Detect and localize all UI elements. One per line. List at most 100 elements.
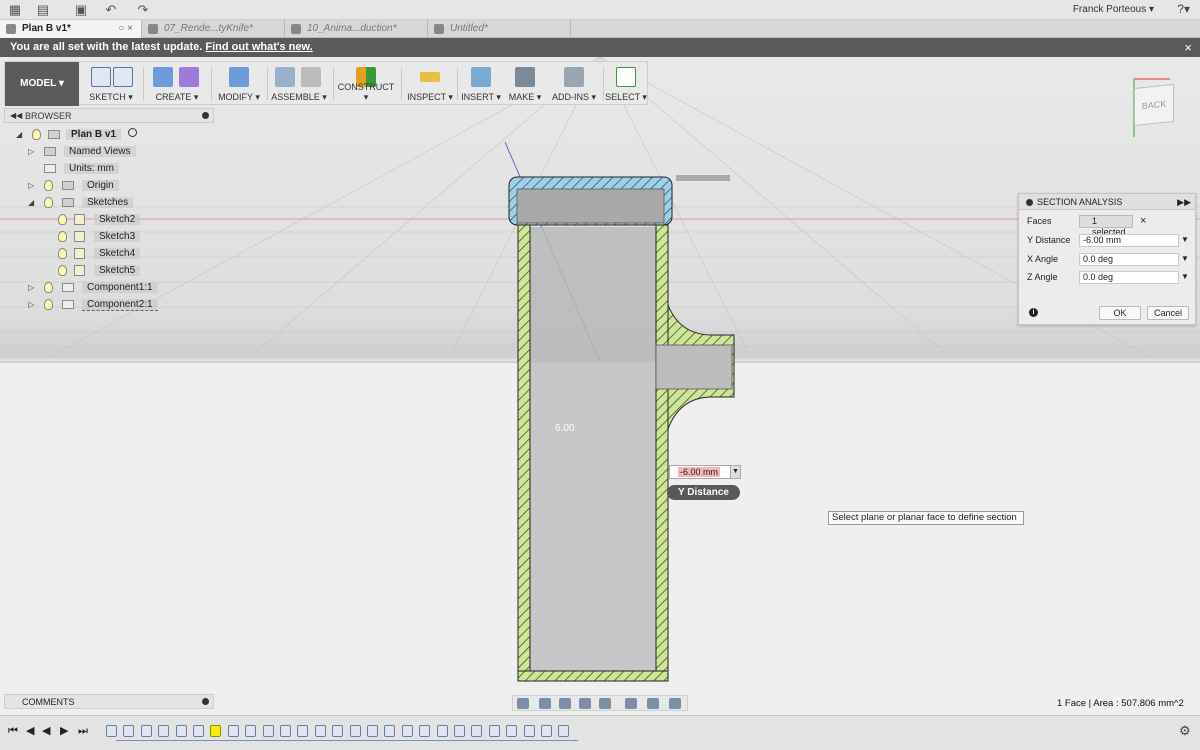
z-angle-input[interactable]: 0.0 deg	[1079, 271, 1179, 284]
expand-icon[interactable]: ▷	[28, 281, 34, 295]
insert-menu[interactable]: INSERT ▾	[459, 62, 503, 106]
expand-icon[interactable]: ◢	[16, 128, 22, 142]
visibility-icon[interactable]	[44, 180, 53, 191]
collapse-icon[interactable]: ◢	[28, 196, 34, 210]
browser-node-component2[interactable]: ▷ Component2:1	[28, 298, 158, 312]
timeline-feature[interactable]	[245, 725, 257, 737]
close-icon[interactable]: ×	[1184, 38, 1192, 57]
timeline-feature[interactable]	[158, 725, 170, 737]
undo-icon[interactable]: ↶	[104, 3, 118, 17]
look-at-icon[interactable]	[539, 698, 551, 709]
pin-icon[interactable]	[202, 698, 209, 705]
ok-button[interactable]: OK	[1099, 306, 1141, 320]
visibility-icon[interactable]	[32, 129, 41, 140]
timeline-feature[interactable]	[367, 725, 378, 737]
pin-icon[interactable]	[1026, 199, 1033, 206]
pan-icon[interactable]	[559, 698, 571, 709]
timeline-feature[interactable]	[332, 725, 344, 737]
timeline-feature[interactable]	[401, 725, 413, 737]
timeline-feature[interactable]	[140, 725, 152, 737]
chevron-down-icon[interactable]: ▼	[730, 466, 740, 478]
timeline-feature[interactable]	[280, 725, 291, 737]
timeline-feature[interactable]	[454, 725, 465, 737]
whats-new-link[interactable]: Find out what's new.	[205, 41, 312, 53]
visibility-icon[interactable]	[58, 214, 67, 225]
zoom-icon[interactable]	[579, 698, 591, 709]
step-back-icon[interactable]: ◀	[26, 725, 38, 737]
viewports-icon[interactable]	[669, 698, 681, 709]
pin-icon[interactable]	[202, 112, 209, 119]
expand-icon[interactable]: ▷	[28, 179, 34, 193]
timeline-feature[interactable]	[349, 725, 361, 737]
add-ins-menu[interactable]: ADD-INS ▾	[547, 62, 601, 106]
timeline-feature[interactable]	[471, 725, 483, 737]
select-menu[interactable]: SELECT ▾	[605, 62, 647, 106]
assemble-menu[interactable]: ASSEMBLE ▾	[269, 62, 329, 106]
timeline-feature[interactable]	[506, 725, 518, 737]
construct-menu[interactable]: CONSTRUCT ▾	[335, 62, 397, 106]
comments-panel-header[interactable]: COMMENTS	[4, 694, 214, 709]
sketch-menu[interactable]: SKETCH ▾	[85, 62, 137, 106]
workspace-switcher[interactable]: MODEL ▾	[5, 62, 79, 106]
expand-icon[interactable]: ▷	[28, 298, 34, 312]
gear-icon[interactable]: ⚙	[1179, 724, 1192, 737]
redo-icon[interactable]: ↷	[136, 3, 150, 17]
view-cube[interactable]: BACK	[1134, 83, 1174, 127]
help-icon[interactable]: ?▾	[1177, 2, 1190, 16]
timeline-feature[interactable]	[558, 725, 570, 737]
visibility-icon[interactable]	[44, 282, 53, 293]
tab-render[interactable]: 07_Rende...tyKnife*	[142, 20, 285, 38]
timeline-feature[interactable]	[175, 725, 187, 737]
browser-node-sketch5[interactable]: Sketch5	[56, 264, 141, 278]
timeline-feature[interactable]	[262, 725, 274, 737]
browser-node-units[interactable]: Units: mm	[42, 162, 119, 176]
cancel-button[interactable]: Cancel	[1147, 306, 1189, 320]
visibility-icon[interactable]	[58, 248, 67, 259]
chevron-down-icon[interactable]: ▼	[1181, 231, 1189, 249]
modify-menu[interactable]: MODIFY ▾	[215, 62, 263, 106]
clear-selection-icon[interactable]: ×	[1140, 212, 1146, 230]
inline-value[interactable]: -6.00 mm	[678, 467, 721, 477]
expand-icon[interactable]: ▷	[28, 145, 34, 159]
collapse-icon[interactable]: ◀◀	[10, 109, 22, 123]
timeline-feature[interactable]	[297, 725, 309, 737]
orbit-icon[interactable]	[517, 698, 529, 709]
grid-settings-icon[interactable]	[647, 698, 659, 709]
browser-node-origin[interactable]: ▷ Origin	[28, 179, 119, 193]
make-menu[interactable]: MAKE ▾	[505, 62, 545, 106]
y-distance-inline-input[interactable]: -6.00 mm ▼	[669, 465, 741, 479]
play-icon[interactable]: ▶	[60, 725, 72, 737]
go-to-start-icon[interactable]: ⏮	[8, 725, 20, 737]
step-back-play-icon[interactable]: ◀	[42, 725, 54, 737]
timeline-feature[interactable]	[523, 725, 535, 737]
info-icon[interactable]: i	[1029, 308, 1038, 317]
faces-selection-button[interactable]: 1 selected	[1079, 215, 1133, 237]
tab-untitled[interactable]: Untitled*	[428, 20, 571, 38]
visibility-icon[interactable]	[44, 197, 53, 208]
visibility-icon[interactable]	[58, 265, 67, 276]
grid-menu-icon[interactable]: ▦	[8, 3, 22, 17]
timeline-feature[interactable]	[106, 725, 117, 737]
timeline-feature[interactable]	[210, 725, 222, 737]
inspect-menu[interactable]: INSPECT ▾	[405, 62, 455, 106]
browser-node-sketch3[interactable]: Sketch3	[56, 230, 141, 244]
timeline-feature[interactable]	[227, 725, 239, 737]
dialog-header[interactable]: SECTION ANALYSIS ▶▶	[1019, 194, 1195, 210]
close-icon[interactable]: ○ ×	[118, 20, 133, 38]
file-icon[interactable]: ▤	[36, 3, 50, 17]
x-angle-input[interactable]: 0.0 deg	[1079, 253, 1179, 266]
go-to-end-icon[interactable]: ⏭	[78, 725, 90, 737]
display-settings-icon[interactable]	[625, 698, 637, 709]
browser-panel-header[interactable]: ◀◀ BROWSER	[4, 108, 214, 123]
browser-node-sketch2[interactable]: Sketch2	[56, 213, 141, 227]
user-menu[interactable]: Franck Porteous ▾	[1073, 4, 1154, 15]
tab-plan-b[interactable]: Plan B v1* ○ ×	[0, 20, 142, 38]
timeline-feature[interactable]	[419, 725, 431, 737]
y-distance-input[interactable]: -6.00 mm	[1079, 234, 1179, 247]
chevron-down-icon[interactable]: ▼	[1181, 250, 1189, 268]
y-distance-manipulator-label[interactable]: Y Distance	[667, 485, 740, 500]
timeline-feature[interactable]	[314, 725, 326, 737]
tab-animation[interactable]: 10_Anima...duction*	[285, 20, 428, 38]
chevron-down-icon[interactable]: ▼	[1181, 268, 1189, 286]
canvas-viewport[interactable]: BACK	[0, 57, 1200, 715]
